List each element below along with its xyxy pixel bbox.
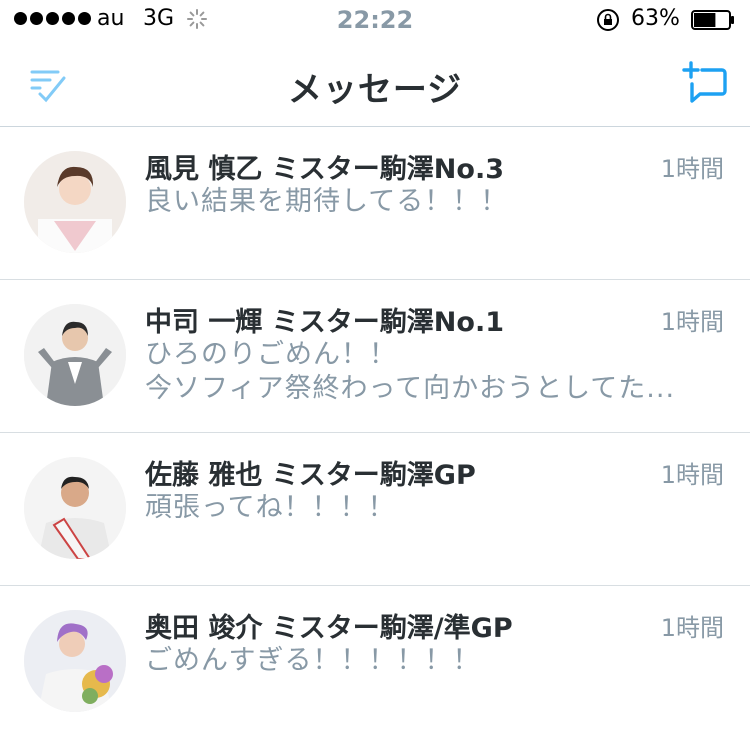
- page-title: メッセージ: [287, 70, 463, 110]
- conversation-row[interactable]: 風見 慎乙 ミスター駒澤No.3 1時間 良い結果を期待してる！！！: [0, 127, 750, 280]
- rotation-lock-icon: [597, 9, 619, 31]
- sender-name: 中司 一輝 ミスター駒澤No.1: [145, 307, 504, 338]
- navigation-bar: メッセージ: [0, 40, 750, 127]
- battery-percent: 63%: [631, 6, 680, 31]
- avatar[interactable]: [24, 304, 126, 406]
- conversation-row[interactable]: 中司 一輝 ミスター駒澤No.1 1時間 ひろのりごめん！！ 今ソフィア祭終わっ…: [0, 280, 750, 433]
- message-preview: ごめんすぎる！！！！！！: [145, 644, 725, 678]
- avatar[interactable]: [24, 151, 126, 253]
- conversation-list: 風見 慎乙 ミスター駒澤No.3 1時間 良い結果を期待してる！！！ 中司 一輝…: [0, 127, 750, 738]
- sender-name: 奥田 竣介 ミスター駒澤/準GP: [145, 613, 513, 644]
- sender-name: 佐藤 雅也 ミスター駒澤GP: [145, 460, 476, 491]
- message-preview-line: ひろのりごめん！！: [145, 339, 397, 370]
- new-message-icon[interactable]: [682, 60, 728, 106]
- message-preview: 良い結果を期待してる！！！: [145, 185, 725, 219]
- message-time: 1時間: [660, 155, 724, 183]
- message-time: 1時間: [660, 614, 724, 642]
- message-preview: 頑張ってね！！！！: [145, 491, 725, 525]
- status-bar: au 3G 22:22 63%: [0, 0, 750, 40]
- sender-name: 風見 慎乙 ミスター駒澤No.3: [145, 154, 504, 185]
- avatar[interactable]: [24, 457, 126, 559]
- message-preview: ひろのりごめん！！ 今ソフィア祭終わって向かおうとしてた...: [145, 338, 725, 406]
- message-time: 1時間: [660, 308, 724, 336]
- battery-icon: [691, 10, 734, 30]
- message-preview-line: ごめんすぎる！！！！！！: [145, 645, 481, 676]
- conversation-row[interactable]: 佐藤 雅也 ミスター駒澤GP 1時間 頑張ってね！！！！: [0, 433, 750, 586]
- message-time: 1時間: [660, 461, 724, 489]
- conversation-row[interactable]: 奥田 竣介 ミスター駒澤/準GP 1時間 ごめんすぎる！！！！！！: [0, 586, 750, 738]
- avatar[interactable]: [24, 610, 126, 712]
- message-preview-line: 今ソフィア祭終わって向かおうとしてた...: [145, 373, 676, 404]
- message-preview-line: 良い結果を期待してる！！！: [145, 186, 509, 217]
- message-preview-line: 頑張ってね！！！！: [145, 492, 396, 523]
